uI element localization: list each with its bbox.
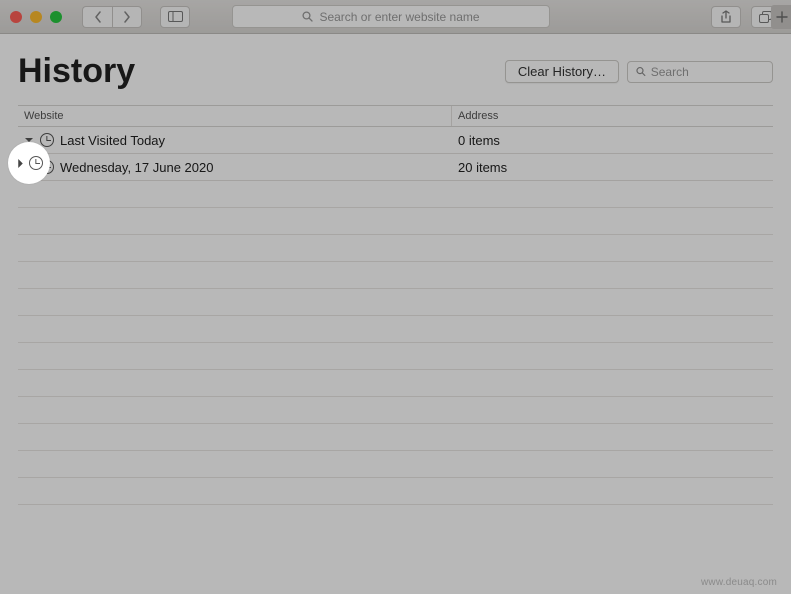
plus-icon (776, 11, 788, 23)
row-label: Last Visited Today (60, 133, 165, 148)
empty-row (18, 424, 773, 451)
empty-row (18, 478, 773, 505)
new-tab-button[interactable] (771, 5, 791, 29)
empty-row (18, 451, 773, 478)
history-search-input[interactable] (651, 65, 764, 79)
share-icon (720, 10, 732, 24)
table-header: Website Address (18, 105, 773, 127)
clock-icon (40, 133, 54, 147)
table-row[interactable]: Wednesday, 17 June 2020 20 items (18, 154, 773, 181)
share-button[interactable] (711, 6, 741, 28)
row-address: 0 items (452, 133, 773, 148)
window-controls (10, 11, 62, 23)
empty-row (18, 316, 773, 343)
clock-icon (29, 156, 43, 170)
empty-row (18, 235, 773, 262)
search-icon (302, 11, 313, 22)
chevron-right-icon (15, 159, 25, 168)
back-button[interactable] (82, 6, 112, 28)
minimize-window-button[interactable] (30, 11, 42, 23)
history-header: History Clear History… (18, 52, 773, 91)
sidebar-toggle-button[interactable] (160, 6, 190, 28)
watermark: www.deuaq.com (701, 577, 777, 588)
chevron-right-icon (123, 11, 131, 23)
search-icon (636, 66, 646, 77)
empty-row (18, 370, 773, 397)
address-bar-placeholder: Search or enter website name (319, 10, 479, 24)
column-header-website[interactable]: Website (18, 106, 452, 126)
row-label: Wednesday, 17 June 2020 (60, 160, 213, 175)
table-row[interactable]: Last Visited Today 0 items (18, 127, 773, 154)
address-bar[interactable]: Search or enter website name (232, 5, 550, 28)
clear-history-button[interactable]: Clear History… (505, 60, 619, 83)
page-title: History (18, 52, 135, 91)
sidebar-icon (168, 11, 183, 22)
empty-row (18, 343, 773, 370)
callout-highlight (8, 142, 50, 184)
empty-row (18, 181, 773, 208)
column-header-address[interactable]: Address (452, 110, 773, 122)
forward-button[interactable] (112, 6, 142, 28)
nav-back-forward (82, 6, 142, 28)
empty-row (18, 208, 773, 235)
row-address: 20 items (452, 160, 773, 175)
chevron-left-icon (94, 11, 102, 23)
browser-toolbar: Search or enter website name (0, 0, 791, 34)
empty-row (18, 262, 773, 289)
maximize-window-button[interactable] (50, 11, 62, 23)
history-table: Website Address Last Visited Today 0 ite… (18, 105, 773, 505)
empty-row (18, 289, 773, 316)
history-panel: History Clear History… Website Address L… (0, 34, 791, 594)
history-search[interactable] (627, 61, 773, 83)
close-window-button[interactable] (10, 11, 22, 23)
empty-row (18, 397, 773, 424)
